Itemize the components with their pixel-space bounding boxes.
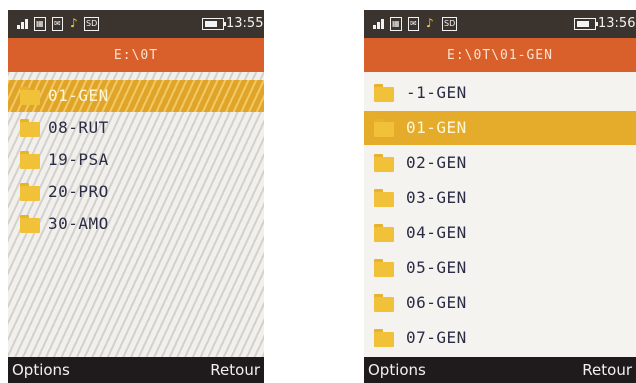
options-softkey[interactable]: Options xyxy=(12,361,70,379)
status-bar: ▦ ✉ ♪ SD 13:56 xyxy=(364,10,636,38)
folder-icon xyxy=(374,329,394,347)
folder-icon xyxy=(374,119,394,137)
folder-icon xyxy=(20,87,40,105)
folder-icon xyxy=(374,84,394,102)
folder-list[interactable]: -1-GEN 01-GEN 02-GEN 03-GEN 04-GEN 05-GE… xyxy=(364,72,636,357)
clock-time: 13:55 xyxy=(226,16,264,31)
folder-item-08-rut[interactable]: 08-RUT xyxy=(8,112,264,144)
folder-item-03-gen[interactable]: 03-GEN xyxy=(364,181,636,215)
clock-time: 13:56 xyxy=(598,16,636,31)
folder-icon xyxy=(374,154,394,172)
network-icon: ▦ xyxy=(390,17,402,31)
folder-item-04-gen[interactable]: 04-GEN xyxy=(364,216,636,250)
folder-item-02-gen[interactable]: 02-GEN xyxy=(364,146,636,180)
folder-label: 05-GEN xyxy=(406,258,467,277)
folder-label: -1-GEN xyxy=(406,83,467,102)
folder-label: 04-GEN xyxy=(406,223,467,242)
folder-label: 02-GEN xyxy=(406,153,467,172)
folder-icon xyxy=(20,215,40,233)
sd-card-icon: SD xyxy=(442,17,458,31)
folder-item-19-psa[interactable]: 19-PSA xyxy=(8,144,264,176)
folder-icon xyxy=(20,183,40,201)
folder-label: 03-GEN xyxy=(406,188,467,207)
signal-icon xyxy=(14,17,30,29)
music-note-icon: ♪ xyxy=(426,16,434,30)
folder-label: 30-AMO xyxy=(48,214,109,233)
folder-item-30-amo[interactable]: 30-AMO xyxy=(8,208,264,240)
sd-card-icon: SD xyxy=(84,17,100,31)
path-title: E:\0T xyxy=(8,38,264,72)
battery-icon xyxy=(574,18,598,30)
softkey-bar: Options Retour xyxy=(8,357,264,383)
network-icon: ▦ xyxy=(34,17,46,31)
folder-item-05-gen[interactable]: 05-GEN xyxy=(364,251,636,285)
softkey-bar: Options Retour xyxy=(364,357,636,383)
phone-screen-left: ▦ ✉ ♪ SD 13:55 E:\0T 01-GEN 08-RUT 19-PS… xyxy=(8,10,264,383)
folder-list[interactable]: 01-GEN 08-RUT 19-PSA 20-PRO 30-AMO xyxy=(8,72,264,357)
folder-item-06-gen[interactable]: 06-GEN xyxy=(364,286,636,320)
path-title: E:\0T\01-GEN xyxy=(364,38,636,72)
folder-item-01-gen[interactable]: 01-GEN xyxy=(364,111,636,145)
folder-label: 01-GEN xyxy=(48,86,109,105)
folder-item-07-gen[interactable]: 07-GEN xyxy=(364,321,636,355)
back-softkey[interactable]: Retour xyxy=(210,361,260,379)
folder-label: 08-RUT xyxy=(48,118,109,137)
back-softkey[interactable]: Retour xyxy=(582,361,632,379)
folder-item-20-pro[interactable]: 20-PRO xyxy=(8,176,264,208)
folder-label: 01-GEN xyxy=(406,118,467,137)
options-softkey[interactable]: Options xyxy=(368,361,426,379)
folder-label: 06-GEN xyxy=(406,293,467,312)
battery-icon xyxy=(202,18,226,30)
message-icon: ✉ xyxy=(52,17,63,31)
message-icon: ✉ xyxy=(408,17,419,31)
signal-icon xyxy=(370,17,386,29)
phone-screen-right: ▦ ✉ ♪ SD 13:56 E:\0T\01-GEN -1-GEN 01-GE… xyxy=(364,10,636,383)
folder-icon xyxy=(20,151,40,169)
sd-label: SD xyxy=(444,19,456,28)
folder-icon xyxy=(374,294,394,312)
sd-label: SD xyxy=(86,19,98,28)
folder-icon xyxy=(20,119,40,137)
folder-icon xyxy=(374,224,394,242)
status-bar: ▦ ✉ ♪ SD 13:55 xyxy=(8,10,264,38)
folder-item-01-gen[interactable]: 01-GEN xyxy=(8,80,264,112)
folder-icon xyxy=(374,259,394,277)
folder-label: 20-PRO xyxy=(48,182,109,201)
folder-item-minus1-gen[interactable]: -1-GEN xyxy=(364,76,636,110)
folder-label: 19-PSA xyxy=(48,150,109,169)
folder-label: 07-GEN xyxy=(406,328,467,347)
music-note-icon: ♪ xyxy=(70,16,78,30)
folder-icon xyxy=(374,189,394,207)
